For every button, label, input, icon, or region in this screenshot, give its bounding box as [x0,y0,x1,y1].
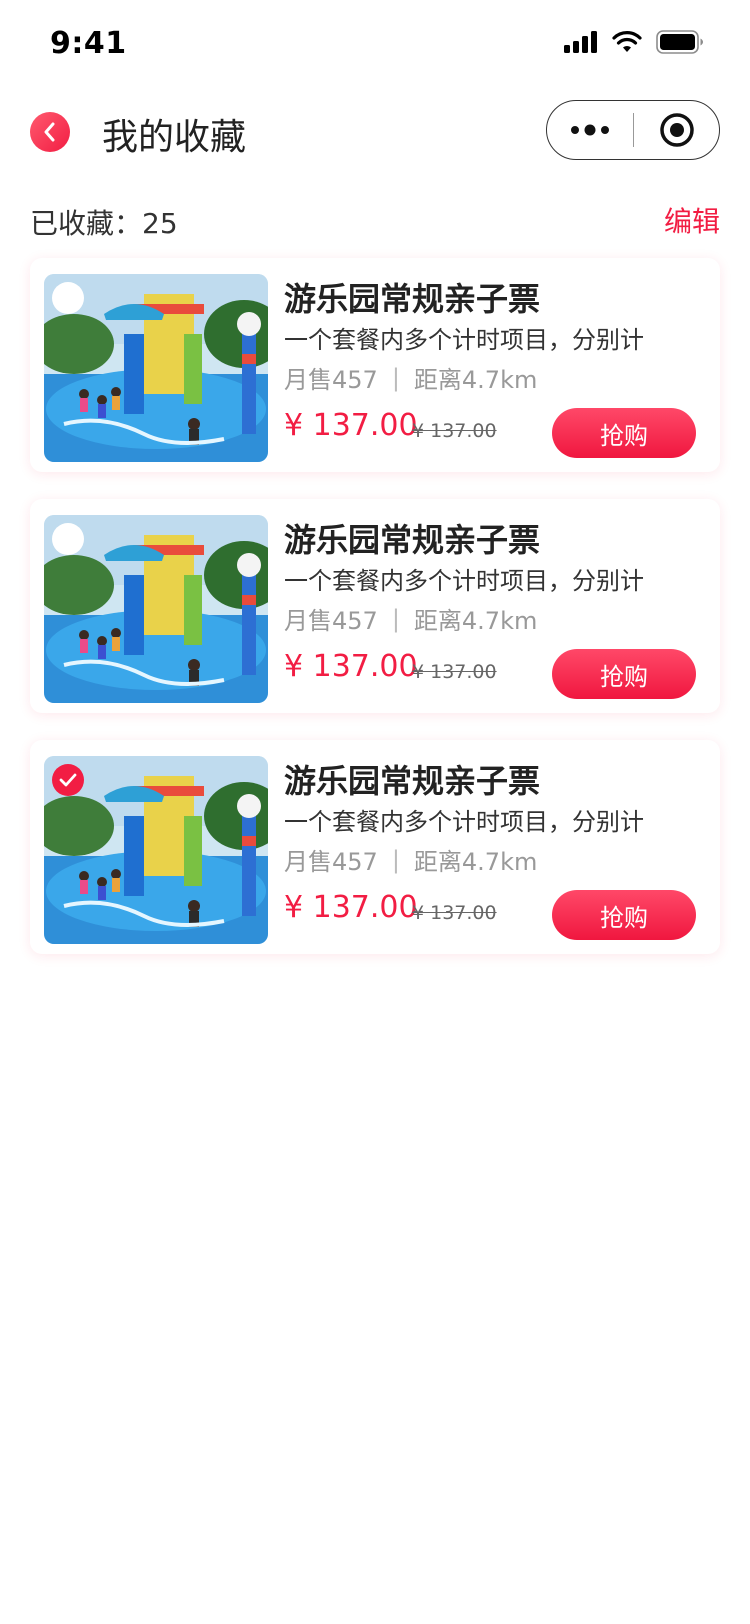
buy-button[interactable]: 抢购 [552,649,696,699]
select-checkbox[interactable] [52,282,84,314]
signal-icon [564,31,597,53]
favorites-count: 已收藏：25 [30,207,178,240]
distance: 距离4.7km [413,848,538,876]
monthly-sales: 月售457 [284,366,378,394]
product-description: 一个套餐内多个计时项目，分别计 [284,808,644,836]
favorites-summary: 已收藏：25 编辑 [30,200,720,244]
wifi-icon [612,31,642,52]
more-dots-icon [571,124,609,136]
monthly-sales: 月售457 [284,848,378,876]
monthly-sales: 月售457 [284,607,378,635]
edit-button[interactable]: 编辑 [664,200,720,240]
current-price: ¥ 137.00 [284,890,418,925]
distance: 距离4.7km [413,366,538,394]
product-title: 游乐园常规亲子票 [284,762,541,800]
current-price: ¥ 137.00 [284,649,418,684]
page-title: 我的收藏 [102,117,247,158]
meta-divider: | [391,845,400,874]
product-description: 一个套餐内多个计时项目，分别计 [284,567,644,595]
checkmark-icon [59,773,77,787]
battery-icon [656,30,703,54]
chevron-left-icon [44,122,55,142]
more-button[interactable] [547,101,633,159]
target-icon [659,113,694,147]
mini-program-capsule [546,100,720,160]
product-title: 游乐园常规亲子票 [284,521,541,559]
favorites-list: 游乐园常规亲子票 一个套餐内多个计时项目，分别计 月售457 | 距离4.7km… [30,258,720,981]
favorite-card[interactable]: 游乐园常规亲子票 一个套餐内多个计时项目，分别计 月售457 | 距离4.7km… [30,740,720,954]
product-title: 游乐园常规亲子票 [284,280,541,318]
original-price: ¥ 137.00 [412,420,497,442]
select-checkbox[interactable] [52,523,84,555]
buy-button[interactable]: 抢购 [552,890,696,940]
product-meta: 月售457 | 距离4.7km [284,601,537,636]
original-price: ¥ 137.00 [412,902,497,924]
product-meta: 月售457 | 距离4.7km [284,842,537,877]
meta-divider: | [391,363,400,392]
back-button[interactable] [30,112,70,152]
favorite-card[interactable]: 游乐园常规亲子票 一个套餐内多个计时项目，分别计 月售457 | 距离4.7km… [30,499,720,713]
close-mini-program-button[interactable] [634,101,719,159]
product-meta: 月售457 | 距离4.7km [284,360,537,395]
select-checkbox-checked[interactable] [52,764,84,796]
status-bar: 9:41 [0,0,750,88]
current-price: ¥ 137.00 [284,408,418,443]
product-description: 一个套餐内多个计时项目，分别计 [284,326,644,354]
nav-bar: 我的收藏 [0,88,750,176]
status-icons [564,30,704,54]
status-time: 9:41 [50,26,127,61]
original-price: ¥ 137.00 [412,661,497,683]
distance: 距离4.7km [413,607,538,635]
buy-button[interactable]: 抢购 [552,408,696,458]
favorite-card[interactable]: 游乐园常规亲子票 一个套餐内多个计时项目，分别计 月售457 | 距离4.7km… [30,258,720,472]
meta-divider: | [391,604,400,633]
